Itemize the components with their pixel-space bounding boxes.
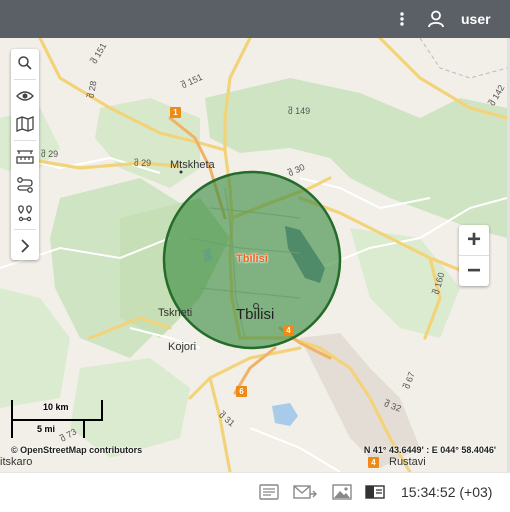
cursor-coordinates: N 41° 43.6449' : E 044° 58.4046'	[363, 445, 496, 455]
route-shield: 6	[236, 386, 247, 397]
road-label: შ 29	[134, 158, 152, 168]
road-label: შ 149	[288, 106, 311, 116]
place-label-mtskheta: Mtskheta	[170, 159, 215, 171]
place-label-tsiskaro: itskaro	[0, 456, 33, 468]
eye-icon[interactable]	[11, 82, 39, 110]
zoom-out-button[interactable]: −	[459, 256, 489, 286]
place-label-tbilisi: Tbilisi	[236, 306, 275, 323]
scale-km-label: 10 km	[43, 402, 69, 412]
route-shield: 1	[170, 107, 181, 118]
search-icon[interactable]	[11, 49, 39, 77]
route-shield: 4	[283, 325, 294, 336]
clock-time: 15:34:52 (+03)	[401, 484, 493, 500]
user-icon[interactable]	[426, 9, 446, 29]
route-icon[interactable]	[11, 171, 39, 199]
top-bar: user	[0, 0, 510, 38]
scale-bar: 10 km 5 mi	[11, 398, 103, 438]
place-label-kojori: Kojori	[168, 341, 197, 353]
vertical-dots-icon[interactable]	[396, 9, 408, 29]
map-icon[interactable]	[11, 110, 39, 138]
scale-mi-label: 5 mi	[37, 424, 56, 434]
place-label-tskneti: Tskneti	[158, 307, 193, 319]
divider	[14, 79, 36, 80]
zoom-control: + −	[459, 225, 489, 286]
divider	[14, 140, 36, 141]
messages-icon[interactable]	[259, 484, 279, 500]
geozone-label[interactable]: Tbilisi	[236, 253, 268, 265]
road-label: შ 29	[41, 149, 59, 159]
status-bar: 15:34:52 (+03)	[0, 472, 510, 512]
map-view[interactable]: Mtskheta Tbilisi Tskneti Kojori Rustavi …	[0, 38, 510, 472]
zoom-in-button[interactable]: +	[459, 225, 489, 255]
map-toolbar	[11, 49, 39, 260]
place-label-rustavi: Rustavi	[389, 456, 426, 468]
image-icon[interactable]	[332, 484, 352, 500]
username-label[interactable]: user	[461, 11, 491, 27]
divider	[14, 229, 36, 230]
panel-icon[interactable]	[365, 484, 385, 500]
map-attribution[interactable]: © OpenStreetMap contributors	[11, 445, 142, 455]
waypoints-icon[interactable]	[11, 199, 39, 227]
chevron-right-icon[interactable]	[11, 232, 39, 260]
send-message-icon[interactable]	[293, 484, 317, 500]
route-shield: 4	[368, 457, 379, 468]
ruler-icon[interactable]	[11, 143, 39, 171]
